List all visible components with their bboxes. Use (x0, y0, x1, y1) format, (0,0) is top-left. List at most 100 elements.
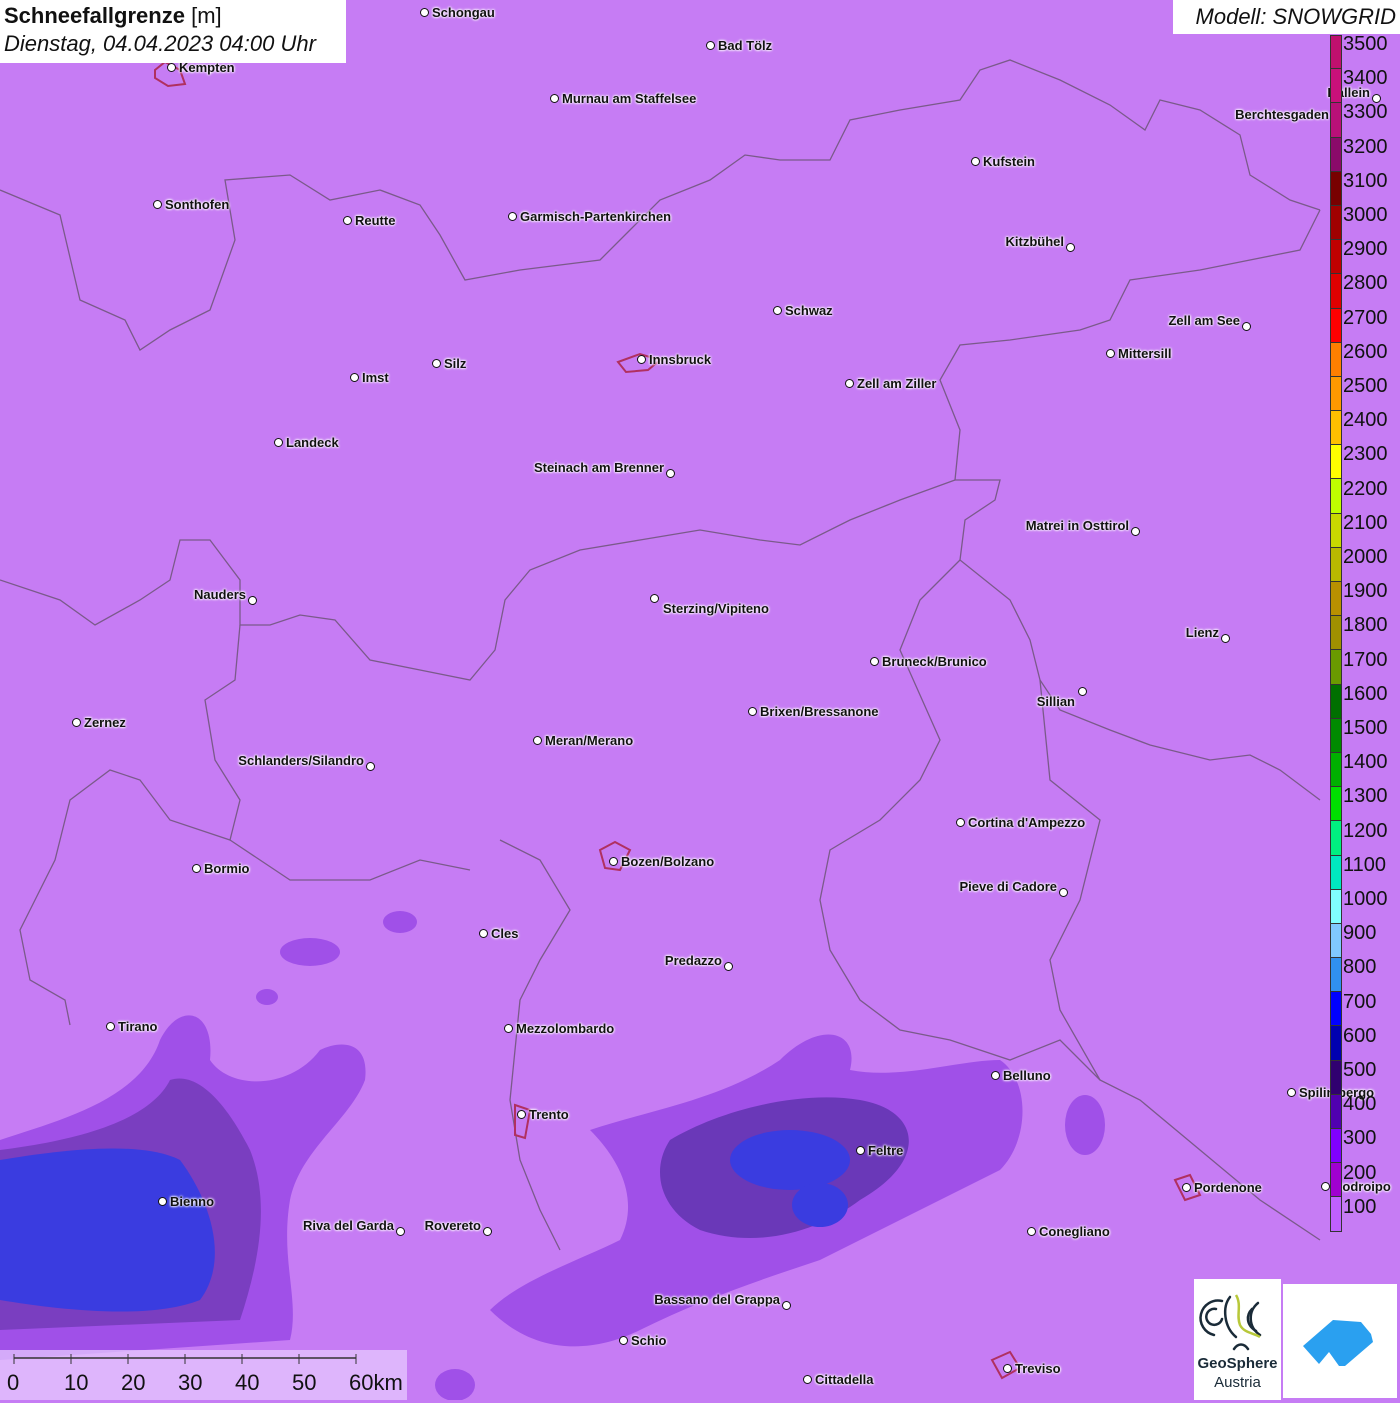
legend-swatch (1330, 137, 1342, 172)
city-marker-icon (782, 1301, 791, 1310)
city-label: Schlanders/Silandro (238, 753, 364, 768)
city-marker-icon (971, 157, 980, 166)
city-marker-icon (666, 469, 675, 478)
legend-swatch (1330, 923, 1342, 959)
legend-swatch (1330, 274, 1342, 309)
city-label: Landeck (286, 435, 339, 450)
model-label: Modell: SNOWGRID (1173, 0, 1400, 34)
legend-label: 1900 (1343, 580, 1388, 603)
legend-label: 2800 (1343, 272, 1388, 295)
legend-label: 2900 (1343, 238, 1388, 261)
legend-swatch (1330, 650, 1342, 685)
city-marker-icon (1003, 1364, 1012, 1373)
city-marker-icon (1059, 888, 1068, 897)
legend-label: 1600 (1343, 682, 1388, 705)
geosphere-contour-icon (1199, 1294, 1262, 1351)
partner-logo[interactable] (1283, 1284, 1397, 1398)
city-label: Conegliano (1039, 1224, 1110, 1239)
city-marker-icon (803, 1375, 812, 1384)
city-label: Reutte (355, 213, 396, 228)
city-label: Garmisch-Partenkirchen (520, 209, 672, 224)
city-marker-icon (153, 200, 162, 209)
legend-label: 2300 (1343, 443, 1388, 466)
city-label: Pordenone (1194, 1180, 1262, 1195)
legend-swatch (1330, 582, 1342, 617)
city-label: Berchtesgaden (1235, 107, 1329, 122)
geosphere-austria-logo[interactable]: GeoSphere Austria (1194, 1279, 1281, 1400)
legend-swatch (1330, 308, 1342, 343)
city-label: Bassano del Grappa (654, 1292, 780, 1307)
legend-label: 700 (1343, 990, 1377, 1013)
city-marker-icon (550, 94, 559, 103)
legend-label: 1300 (1343, 785, 1388, 808)
scale-label: 60km (349, 1370, 403, 1395)
city-label: Riva del Garda (302, 1218, 394, 1233)
legend-swatch (1330, 1163, 1342, 1198)
city-marker-icon (517, 1110, 526, 1119)
city-label: Bruneck/Brunico (882, 654, 987, 669)
legend-swatch (1330, 958, 1342, 993)
legend-swatch (1330, 1060, 1342, 1095)
legend-swatch (1330, 684, 1342, 719)
snowline-area-east-core (730, 1130, 850, 1190)
city-label: Tirano (118, 1019, 158, 1034)
city-marker-icon (870, 657, 879, 666)
city-marker-icon (748, 707, 757, 716)
legend-swatch (1330, 718, 1342, 753)
city-label: Trento (529, 1107, 569, 1122)
mountain-cloud-icon (1303, 1320, 1373, 1366)
legend-swatch (1330, 103, 1342, 138)
city-label: Mezzolombardo (516, 1021, 615, 1036)
city-marker-icon (350, 373, 359, 382)
legend-swatch (1330, 616, 1342, 651)
city-label: Nauders (193, 587, 246, 602)
city-marker-icon (1221, 634, 1230, 643)
map-datetime: Dienstag, 04.04.2023 04:00 Uhr (4, 31, 316, 56)
city-marker-icon (773, 306, 782, 315)
geosphere-text: GeoSphere (1197, 1355, 1278, 1372)
legend-swatch (1330, 855, 1342, 890)
legend-label: 1500 (1343, 717, 1388, 739)
city-marker-icon (1106, 349, 1115, 358)
scale-label: 20 (121, 1370, 146, 1395)
city-marker-icon (845, 379, 854, 388)
scale-bar: 0 10 20 30 40 50 60km (0, 1350, 407, 1400)
scale-label: 40 (235, 1370, 260, 1395)
city-marker-icon (619, 1336, 628, 1345)
map-title: Schneefallgrenze (4, 3, 185, 28)
city-marker-icon (637, 355, 646, 364)
city-label: Schwaz (785, 303, 833, 318)
city-label: Rovereto (424, 1218, 481, 1233)
city-label: Brixen/Bressanone (760, 704, 879, 719)
scale-label: 0 (7, 1370, 20, 1395)
city-marker-icon (956, 818, 965, 827)
legend-swatch (1330, 992, 1342, 1027)
city-marker-icon (192, 864, 201, 873)
legend-label: 3300 (1343, 101, 1388, 124)
city-marker-icon (508, 212, 517, 221)
legend-label: 1000 (1343, 888, 1388, 910)
legend-label: 3000 (1343, 204, 1388, 226)
legend-label: 900 (1343, 922, 1377, 945)
legend-label: 1700 (1343, 648, 1388, 671)
city-label: Innsbruck (649, 352, 712, 367)
city-marker-icon (1321, 1182, 1330, 1191)
scale-label: 50 (292, 1370, 317, 1395)
legend-swatch (1330, 69, 1342, 104)
city-marker-icon (432, 359, 441, 368)
legend-label: 1400 (1343, 751, 1388, 774)
legend-label: 400 (1343, 1093, 1377, 1116)
legend-swatch (1330, 1094, 1342, 1129)
legend-swatch (1330, 171, 1342, 206)
city-marker-icon (343, 216, 352, 225)
legend-label: 1200 (1343, 819, 1388, 842)
city-label: Predazzo (664, 953, 722, 968)
city-label: Cortina d'Ampezzo (968, 815, 1086, 830)
legend-label: 2200 (1343, 477, 1388, 500)
city-marker-icon (504, 1024, 513, 1033)
legend-label: 200 (1343, 1161, 1377, 1184)
city-marker-icon (856, 1146, 865, 1155)
legend-label: 300 (1343, 1127, 1377, 1150)
city-marker-icon (158, 1197, 167, 1206)
snowline-area-small (1065, 1095, 1105, 1155)
